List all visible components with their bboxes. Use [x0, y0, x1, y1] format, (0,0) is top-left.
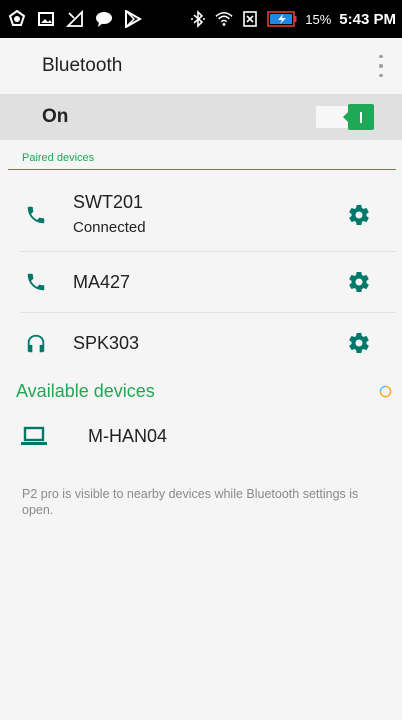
- vpn-key-icon: [8, 10, 26, 28]
- phone-icon: [24, 203, 48, 227]
- bluetooth-icon: [189, 10, 207, 28]
- paired-device-row[interactable]: SPK303: [0, 313, 402, 373]
- paired-device-row[interactable]: MA427: [0, 252, 402, 312]
- available-devices-header: Available devices: [16, 381, 155, 401]
- gear-icon[interactable]: [346, 269, 372, 295]
- device-info: M-HAN04: [88, 426, 167, 447]
- toggle-thumb: [343, 104, 374, 130]
- device-info: SPK303: [73, 333, 139, 354]
- headset-icon: [24, 332, 48, 356]
- play-store-icon: [124, 10, 142, 28]
- device-name: M-HAN04: [88, 426, 168, 446]
- device-name: MA427: [73, 272, 131, 292]
- scanning-spinner-icon: [379, 385, 392, 398]
- battery-charging-icon: [267, 10, 297, 28]
- bluetooth-switch-bar[interactable]: On: [0, 94, 402, 140]
- phone-icon: [24, 270, 48, 294]
- device-name: SPK303: [73, 333, 140, 353]
- device-info: MA427: [73, 272, 130, 293]
- paired-device-row[interactable]: SWT201 Connected: [0, 180, 402, 250]
- status-bar-notifications: [8, 10, 142, 28]
- available-device-row[interactable]: M-HAN04: [0, 416, 402, 456]
- status-bar-system: 15% 5:43 PM: [189, 10, 396, 28]
- switch-label: On: [42, 106, 69, 127]
- bluetooth-toggle[interactable]: [316, 104, 374, 130]
- paired-devices-label: Paired devices: [22, 152, 95, 164]
- wifi-icon: [215, 10, 233, 28]
- status-bar: 15% 5:43 PM: [0, 0, 402, 38]
- more-vert-icon[interactable]: [376, 52, 386, 80]
- laptop-icon: [20, 424, 48, 448]
- page-title: Bluetooth: [42, 55, 123, 76]
- image-icon: [37, 10, 55, 28]
- device-status: Connected: [73, 219, 146, 236]
- clock: 5:43 PM: [339, 10, 396, 28]
- app-bar: Bluetooth: [0, 38, 402, 94]
- visibility-note: P2 pro is visible to nearby devices whil…: [22, 487, 359, 517]
- device-name: SWT201: [73, 192, 144, 212]
- battery-percent: 15%: [305, 11, 332, 27]
- device-info: SWT201 Connected: [73, 192, 146, 236]
- gear-icon[interactable]: [346, 330, 372, 356]
- paired-devices-header: Paired devices: [8, 150, 396, 170]
- no-sim-icon: [241, 10, 259, 28]
- signal-off-icon: [66, 10, 84, 28]
- chat-icon: [95, 10, 113, 28]
- gear-icon[interactable]: [346, 202, 372, 228]
